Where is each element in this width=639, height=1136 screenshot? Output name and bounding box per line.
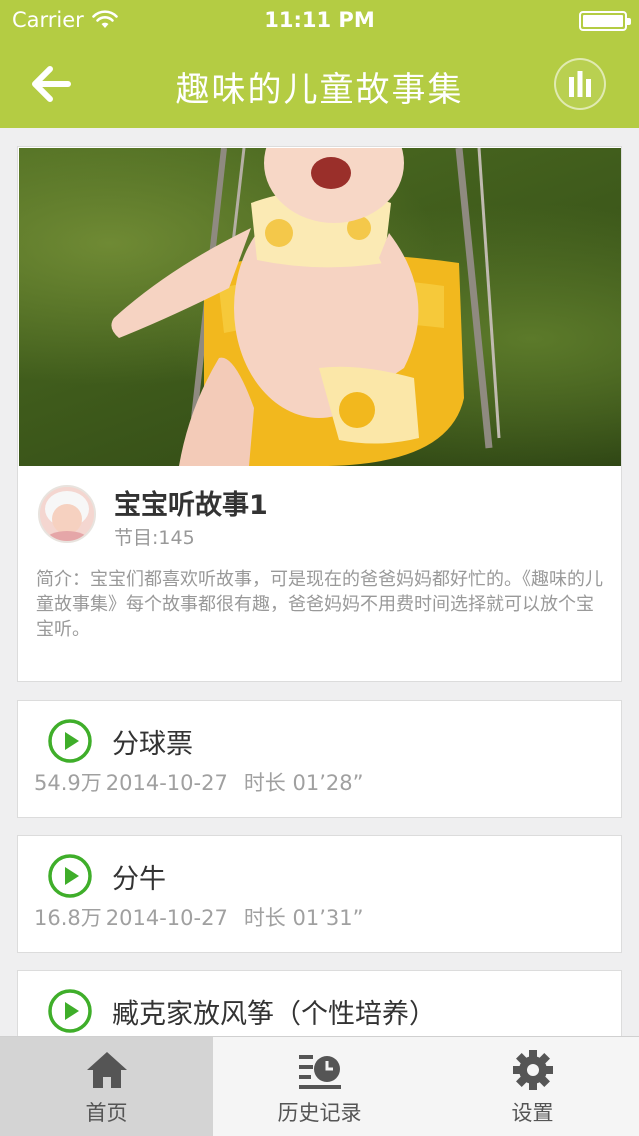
play-count: 54.9万 — [34, 771, 102, 795]
page-title: 趣味的儿童故事集 — [175, 70, 464, 110]
album-info: 宝宝听故事1 节目:145 简介：宝宝们都喜欢听故事，可是现在的爸爸妈妈都好忙的… — [18, 467, 621, 682]
tab-bar: 首页 历史记录 设置 — [0, 1036, 639, 1136]
tab-settings[interactable]: 设置 — [426, 1037, 639, 1136]
gear-icon — [512, 1050, 553, 1090]
now-playing-button[interactable] — [554, 58, 606, 110]
episode-meta: 54.9万 2014-10-27 时长 01’28” — [34, 767, 368, 797]
play-icon[interactable] — [47, 718, 93, 764]
tab-label: 历史记录 — [277, 1101, 362, 1125]
app-header: Carrier 11:11 PM 趣味的儿童故事集 — [0, 0, 639, 128]
album-card: 宝宝听故事1 节目:145 简介：宝宝们都喜欢听故事，可是现在的爸爸妈妈都好忙的… — [17, 146, 622, 682]
tab-label: 设置 — [511, 1101, 554, 1125]
battery-icon — [579, 11, 631, 31]
tab-history[interactable]: 历史记录 — [213, 1037, 426, 1136]
episode-meta: 16.8万 2014-10-27 时长 01’31” — [34, 902, 368, 932]
episode-date: 2014-10-27 — [105, 771, 228, 795]
navigation-bar: 趣味的儿童故事集 — [0, 40, 639, 128]
episode-duration: 时长 01’28” — [243, 771, 364, 795]
play-icon[interactable] — [47, 853, 93, 899]
history-icon — [298, 1055, 341, 1089]
status-bar: Carrier 11:11 PM — [0, 0, 639, 40]
episode-item[interactable]: 分牛 16.8万 2014-10-27 时长 01’31” — [17, 835, 622, 953]
album-avatar — [38, 485, 96, 543]
episode-date: 2014-10-27 — [105, 906, 228, 930]
baby-on-swing-photo — [111, 148, 501, 466]
episode-title: 分球票 — [112, 729, 193, 760]
episode-duration: 时长 01’31” — [243, 906, 364, 930]
episode-title: 分牛 — [112, 864, 166, 895]
status-time: 11:11 PM — [264, 8, 375, 32]
episode-title: 臧克家放风筝（个性培养） — [112, 999, 436, 1030]
tab-home[interactable]: 首页 — [0, 1037, 213, 1136]
album-name: 宝宝听故事1 — [114, 490, 268, 521]
episode-count: 节目:145 — [114, 527, 195, 549]
equalizer-icon — [569, 71, 591, 97]
album-description: 简介：宝宝们都喜欢听故事，可是现在的爸爸妈妈都好忙的。《趣味的儿童故事集》每个故… — [36, 569, 603, 640]
album-cover-image — [19, 148, 621, 466]
tab-label: 首页 — [85, 1101, 128, 1125]
baby-avatar-image — [40, 487, 94, 541]
home-icon — [86, 1052, 127, 1088]
episode-item[interactable]: 分球票 54.9万 2014-10-27 时长 01’28” — [17, 700, 622, 818]
play-icon[interactable] — [47, 988, 93, 1034]
play-count: 16.8万 — [34, 906, 102, 930]
